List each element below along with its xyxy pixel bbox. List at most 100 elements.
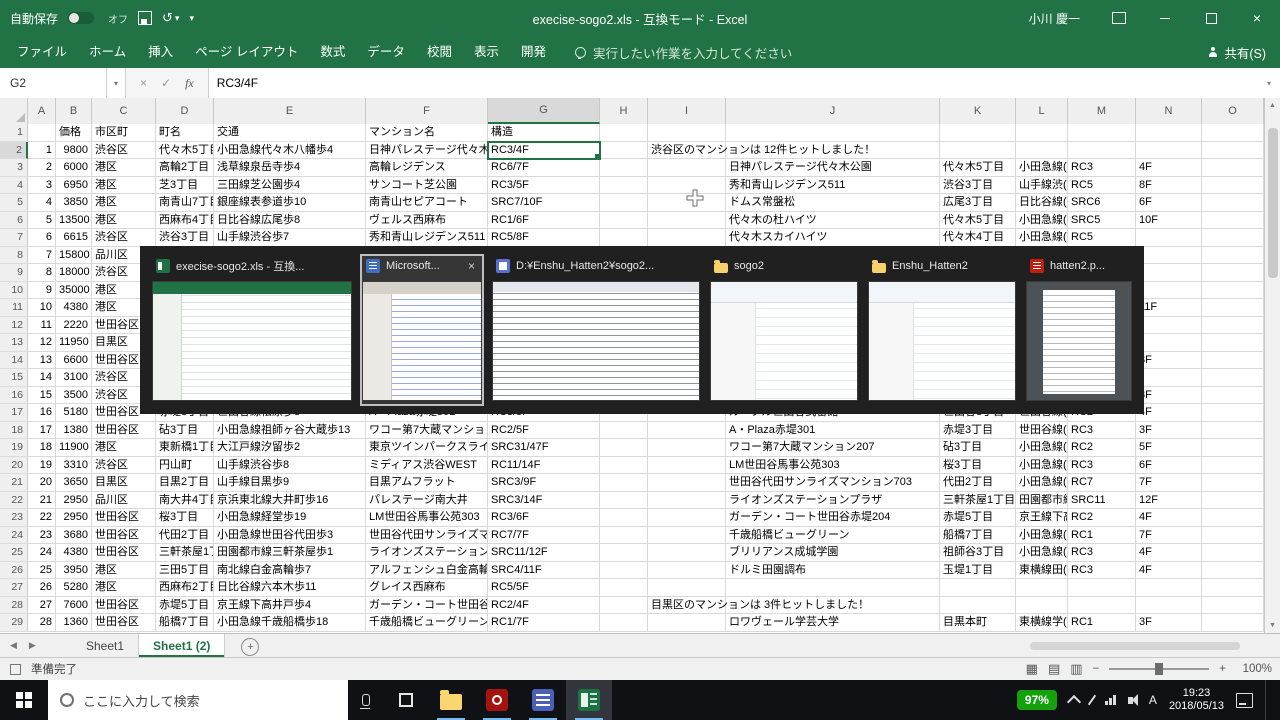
cell-K25[interactable]: 祖師谷3丁目	[940, 544, 1016, 562]
cell-G20[interactable]: RC11/14F	[488, 457, 600, 475]
cell-A8[interactable]: 7	[28, 247, 56, 265]
zoom-in-icon[interactable]: +	[1219, 663, 1226, 675]
cell-G19[interactable]: SRC31/47F	[488, 439, 600, 457]
cell-E22[interactable]: 京浜東北線大井町歩16	[214, 492, 366, 510]
cell-G1[interactable]: 構造	[488, 124, 600, 142]
cell-F18[interactable]: ワコー第7大蔵マンション207	[366, 422, 488, 440]
cell-C27[interactable]: 港区	[92, 579, 156, 597]
cell-B4[interactable]: 6950	[56, 177, 92, 195]
cell-L18[interactable]: 世田谷線(	[1016, 422, 1068, 440]
cell-G5[interactable]: SRC7/10F	[488, 194, 600, 212]
cell-O8[interactable]	[1202, 247, 1264, 265]
cell-C7[interactable]: 渋谷区	[92, 229, 156, 247]
cell-K6[interactable]: 代々木5丁目	[940, 212, 1016, 230]
cell-B23[interactable]: 2950	[56, 509, 92, 527]
cell-G18[interactable]: RC2/5F	[488, 422, 600, 440]
cell-E6[interactable]: 日比谷線広尾歩8	[214, 212, 366, 230]
cell-M26[interactable]: RC3	[1068, 562, 1136, 580]
cell-L21[interactable]: 小田急線(	[1016, 474, 1068, 492]
cell-A22[interactable]: 21	[28, 492, 56, 510]
cell-O27[interactable]	[1202, 579, 1264, 597]
cell-J6[interactable]: 代々木の杜ハイツ	[726, 212, 940, 230]
zoom-level[interactable]: 100%	[1236, 663, 1272, 675]
start-button[interactable]	[0, 680, 48, 720]
cell-G22[interactable]: SRC3/14F	[488, 492, 600, 510]
vertical-scrollbar-thumb[interactable]	[1268, 128, 1278, 278]
cell-J25[interactable]: ブリリアンス成城学園	[726, 544, 940, 562]
cell-B25[interactable]: 4380	[56, 544, 92, 562]
cell-C26[interactable]: 港区	[92, 562, 156, 580]
cell-A17[interactable]: 16	[28, 404, 56, 422]
cell-B14[interactable]: 6600	[56, 352, 92, 370]
cell-A1[interactable]	[28, 124, 56, 142]
cell-M27[interactable]	[1068, 579, 1136, 597]
cell-H18[interactable]	[600, 422, 648, 440]
cell-B15[interactable]: 3100	[56, 369, 92, 387]
cell-E25[interactable]: 田園都市線三軒茶屋歩1	[214, 544, 366, 562]
cell-A18[interactable]: 17	[28, 422, 56, 440]
cell-N17[interactable]: 4F	[1136, 404, 1202, 422]
cell-J20[interactable]: LM世田谷馬事公苑303	[726, 457, 940, 475]
cell-I1[interactable]	[648, 124, 726, 142]
cell-K3[interactable]: 代々木5丁目	[940, 159, 1016, 177]
cell-E5[interactable]: 銀座線表参道歩10	[214, 194, 366, 212]
cell-D1[interactable]: 町名	[156, 124, 214, 142]
cell-A26[interactable]: 25	[28, 562, 56, 580]
cell-N2[interactable]	[1136, 142, 1202, 160]
taskbar-editor-button[interactable]	[520, 680, 566, 720]
taskbar-acrobat-button[interactable]	[474, 680, 520, 720]
page-layout-view-icon[interactable]: ▤	[1048, 661, 1060, 677]
cell-J22[interactable]: ライオンズステーションプラザ	[726, 492, 940, 510]
cell-J3[interactable]: 日神パレステージ代々木公園	[726, 159, 940, 177]
cell-D26[interactable]: 三田5丁目	[156, 562, 214, 580]
cell-E2[interactable]: 小田急線代々木八幡歩4	[214, 142, 366, 160]
cell-N5[interactable]: 6F	[1136, 194, 1202, 212]
cell-J18[interactable]: A・Plaza赤堤301	[726, 422, 940, 440]
cell-O28[interactable]	[1202, 597, 1264, 615]
cell-C28[interactable]: 世田谷区	[92, 597, 156, 615]
close-thumbnail-icon[interactable]: ×	[465, 259, 478, 273]
cell-O5[interactable]	[1202, 194, 1264, 212]
hidden-icons-chevron-icon[interactable]	[1067, 694, 1081, 708]
cell-K28[interactable]	[940, 597, 1016, 615]
cell-N12[interactable]	[1136, 317, 1202, 335]
formula-input[interactable]: RC3/4F	[209, 68, 1258, 98]
cell-I24[interactable]	[648, 527, 726, 545]
cell-D23[interactable]: 桜3丁目	[156, 509, 214, 527]
column-header-A[interactable]: A	[28, 98, 56, 124]
column-header-L[interactable]: L	[1016, 98, 1068, 124]
ribbon-tab-4[interactable]: 数式	[309, 36, 356, 68]
cell-J23[interactable]: ガーデン・コート世田谷赤堤204	[726, 509, 940, 527]
cell-N29[interactable]: 3F	[1136, 614, 1202, 632]
cell-K18[interactable]: 赤堤3丁目	[940, 422, 1016, 440]
expand-formula-bar-icon[interactable]: ▾	[1258, 68, 1280, 98]
column-header-M[interactable]: M	[1068, 98, 1136, 124]
cell-O13[interactable]	[1202, 334, 1264, 352]
cell-A16[interactable]: 15	[28, 387, 56, 405]
cell-D5[interactable]: 南青山7丁目	[156, 194, 214, 212]
cell-O1[interactable]	[1202, 124, 1264, 142]
cell-K21[interactable]: 代田2丁目	[940, 474, 1016, 492]
row-header-12[interactable]: 12	[0, 317, 28, 335]
column-header-K[interactable]: K	[940, 98, 1016, 124]
cell-O9[interactable]	[1202, 264, 1264, 282]
cell-N18[interactable]: 3F	[1136, 422, 1202, 440]
row-header-8[interactable]: 8	[0, 247, 28, 265]
cell-I25[interactable]	[648, 544, 726, 562]
cell-L27[interactable]	[1016, 579, 1068, 597]
cell-A23[interactable]: 22	[28, 509, 56, 527]
normal-view-icon[interactable]: ▦	[1026, 661, 1038, 677]
battery-badge[interactable]: 97%	[1017, 690, 1057, 710]
cell-O17[interactable]	[1202, 404, 1264, 422]
undo-button[interactable]: ↺ ▾	[162, 10, 179, 26]
cell-G26[interactable]: SRC4/11F	[488, 562, 600, 580]
cell-O11[interactable]	[1202, 299, 1264, 317]
cell-J4[interactable]: 秀和青山レジデンス511	[726, 177, 940, 195]
cell-I27[interactable]	[648, 579, 726, 597]
cell-L4[interactable]: 山手線渋(	[1016, 177, 1068, 195]
cell-L6[interactable]: 小田急線(	[1016, 212, 1068, 230]
cell-C23[interactable]: 世田谷区	[92, 509, 156, 527]
cell-M29[interactable]: RC1	[1068, 614, 1136, 632]
cell-H26[interactable]	[600, 562, 648, 580]
cell-B18[interactable]: 1380	[56, 422, 92, 440]
